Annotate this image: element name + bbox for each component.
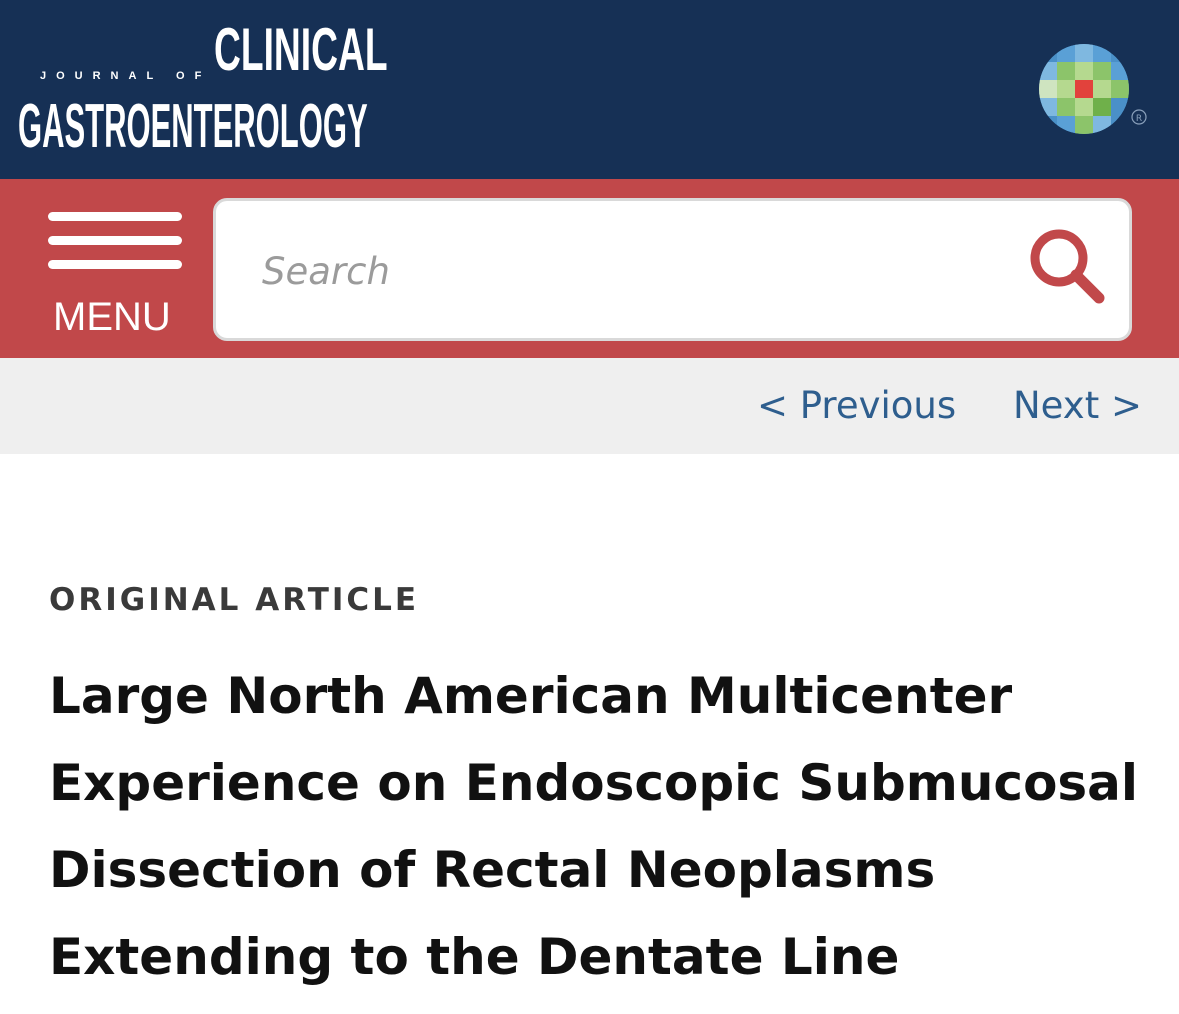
search-field[interactable] <box>213 198 1132 341</box>
article-title-line: Dissection of Rectal Neoplasms <box>49 841 936 899</box>
next-article-link[interactable]: Next > <box>1013 384 1142 427</box>
menu-button[interactable]: MENU <box>40 209 190 339</box>
previous-article-link[interactable]: < Previous <box>757 384 956 427</box>
search-icon[interactable] <box>1028 227 1108 307</box>
hamburger-icon-line <box>48 212 182 221</box>
publisher-pixel-globe-icon[interactable]: R <box>1038 43 1150 138</box>
article-title-line: Large North American Multicenter <box>49 667 1013 725</box>
hamburger-icon-line <box>48 260 182 269</box>
article-title-line: Experience on Endoscopic Submucosal <box>49 754 1139 812</box>
menu-label: MENU <box>53 295 171 339</box>
journal-logo[interactable]: JOURNAL OF CLINICAL GASTROENTEROLOGY <box>18 18 398 168</box>
logo-gastroenterology-text: GASTROENTEROLOGY <box>18 92 368 161</box>
search-bar: MENU <box>0 179 1179 358</box>
logo-journal-of-text: JOURNAL OF <box>40 70 212 82</box>
article-navigation: < Previous Next > <box>0 358 1179 454</box>
site-header: JOURNAL OF CLINICAL GASTROENTEROLOGY R <box>0 0 1179 179</box>
article-title: Large North American Multicenter Experie… <box>49 653 1159 1001</box>
article-type-label: ORIGINAL ARTICLE <box>49 582 420 618</box>
article-title-line: Extending to the Dentate Line <box>49 928 900 986</box>
svg-text:R: R <box>1136 114 1142 124</box>
search-input[interactable] <box>260 235 1004 307</box>
hamburger-icon-line <box>48 236 182 245</box>
logo-clinical-text: CLINICAL <box>214 16 388 83</box>
